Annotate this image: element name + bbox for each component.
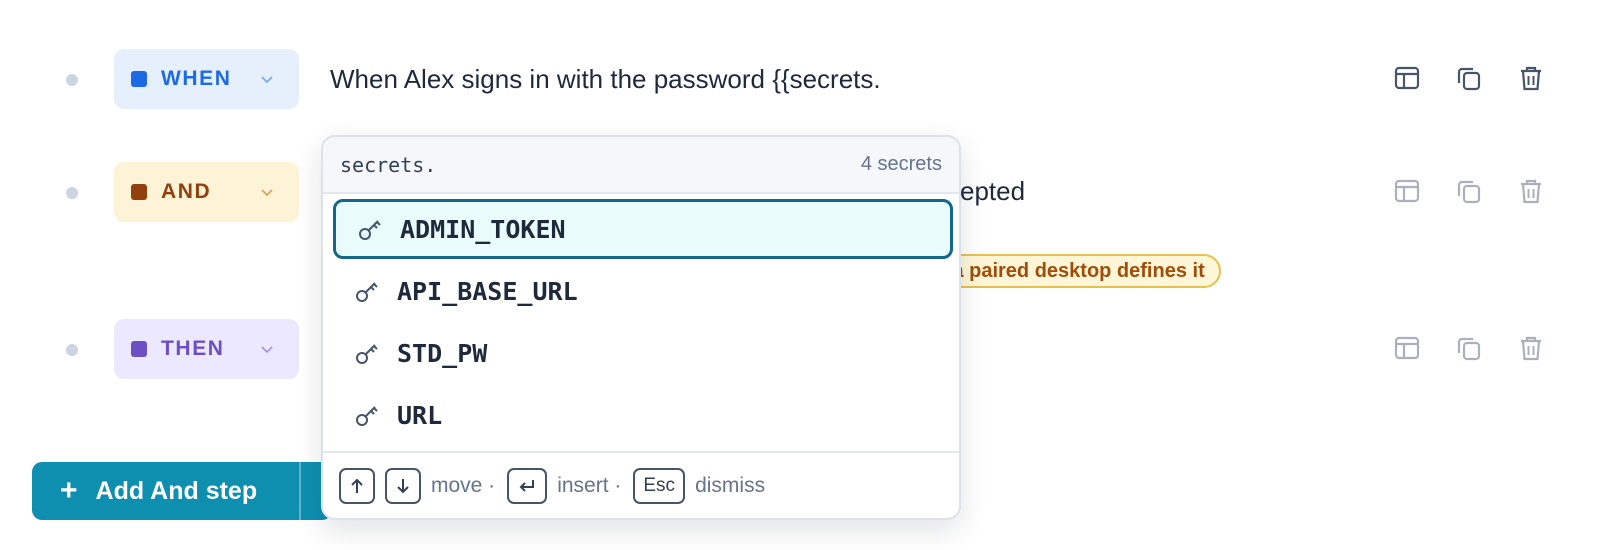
- chevron-down-icon: [259, 184, 275, 200]
- key-icon: [353, 401, 381, 429]
- option-label: STD_PW: [397, 338, 488, 368]
- layout-icon[interactable]: [1393, 332, 1421, 364]
- autocomplete-option[interactable]: URL: [333, 385, 953, 445]
- key-icon: [353, 339, 381, 367]
- keyword-select-and[interactable]: AND: [114, 162, 299, 222]
- autocomplete-query: secrets.: [340, 152, 437, 177]
- autocomplete-option[interactable]: STD_PW: [333, 323, 953, 383]
- keyword-label: THEN: [161, 337, 225, 360]
- step-text-input[interactable]: When Alex signs in with the password {{s…: [330, 64, 881, 95]
- secrets-autocomplete-popup: secrets. 4 secrets ADMIN_TOKEN API_BASE_…: [321, 135, 961, 520]
- keyword-swatch: [131, 184, 147, 200]
- option-label: ADMIN_TOKEN: [400, 214, 566, 244]
- layout-icon[interactable]: [1393, 62, 1421, 94]
- autocomplete-header: secrets. 4 secrets: [323, 137, 959, 194]
- keyword-swatch: [131, 71, 147, 87]
- drag-handle[interactable]: [66, 187, 78, 199]
- keyword-label: WHEN: [161, 67, 232, 90]
- key-icon: [353, 277, 381, 305]
- drag-handle[interactable]: [66, 74, 78, 86]
- keyword-select-when[interactable]: WHEN: [114, 49, 299, 109]
- footer-dismiss: dismiss: [695, 473, 766, 497]
- secrets-count: 4 secrets: [860, 153, 942, 175]
- copy-icon[interactable]: [1455, 62, 1483, 94]
- copy-icon[interactable]: [1455, 175, 1483, 207]
- option-label: URL: [397, 400, 443, 430]
- step-actions: [1393, 332, 1545, 364]
- trash-icon[interactable]: [1517, 62, 1545, 94]
- chevron-down-icon: [259, 341, 275, 357]
- step-actions: [1393, 175, 1545, 207]
- drag-handle[interactable]: [66, 344, 78, 356]
- enter-icon: [507, 467, 548, 504]
- button-divider: [299, 462, 301, 520]
- add-and-step-button[interactable]: + Add And step: [32, 462, 332, 520]
- key-icon: [356, 215, 384, 243]
- trash-icon[interactable]: [1517, 175, 1545, 207]
- footer-move: move ·: [431, 473, 496, 497]
- option-label: API_BASE_URL: [397, 276, 578, 306]
- autocomplete-option[interactable]: API_BASE_URL: [333, 261, 953, 321]
- step-text-input[interactable]: epted: [960, 176, 1025, 207]
- plus-icon: +: [60, 474, 78, 507]
- add-step-label: Add And step: [95, 476, 258, 505]
- esc-key: Esc: [633, 467, 686, 504]
- footer-insert: insert ·: [557, 473, 622, 497]
- autocomplete-option[interactable]: ADMIN_TOKEN: [333, 199, 953, 259]
- copy-icon[interactable]: [1455, 332, 1483, 364]
- step-actions: [1393, 62, 1545, 94]
- layout-icon[interactable]: [1393, 175, 1421, 207]
- keyword-select-then[interactable]: THEN: [114, 319, 299, 379]
- step-row-when: WHEN When Alex signs in with the passwor…: [0, 49, 1604, 109]
- arrow-up-icon: [339, 467, 375, 504]
- keyword-label: AND: [161, 180, 212, 203]
- trash-icon[interactable]: [1517, 332, 1545, 364]
- autocomplete-footer: move · insert · Esc dismiss: [323, 451, 959, 518]
- arrow-down-icon: [385, 467, 421, 504]
- chevron-down-icon: [259, 71, 275, 87]
- keyword-swatch: [131, 341, 147, 357]
